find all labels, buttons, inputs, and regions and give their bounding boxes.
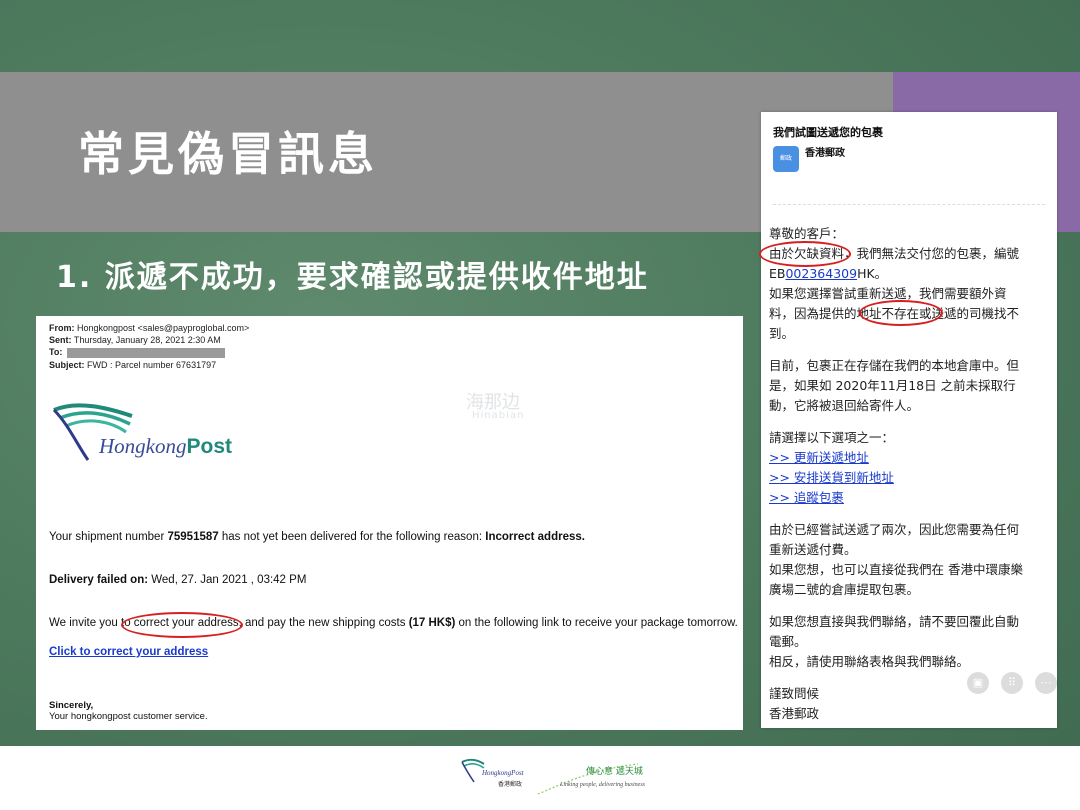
phishing-email-screenshot: From: Hongkongpost <sales@payproglobal.c…: [36, 316, 743, 730]
p4-line-d: 廣場二號的倉庫提取包裹。: [769, 580, 1051, 600]
email-to-row: To:: [49, 347, 225, 358]
correct-address-link[interactable]: Click to correct your address: [49, 646, 208, 658]
from-value: Hongkongpost <sales@payproglobal.com>: [77, 323, 249, 333]
shipping-cost: (17 HK$): [409, 617, 456, 629]
highlight-oval-missing-info: [759, 241, 851, 267]
footer-logo-text: HongkongPost: [482, 769, 524, 777]
subject-value: FWD : Parcel number 67631797: [87, 360, 216, 370]
highlight-oval-address: [859, 300, 943, 326]
slide-title: 常見偽冒訊息: [78, 118, 378, 184]
footer-logo-cn: 香港郵政: [498, 779, 522, 788]
divider: [773, 204, 1045, 205]
highlight-oval: [121, 612, 243, 638]
p2-line-a: 目前，包裹正在存儲在我們的本地倉庫中。但: [769, 356, 1051, 376]
line1-text-a: Your shipment number: [49, 531, 167, 543]
p2-line-b: 是，如果如 2020年11月18日 之前未採取行: [769, 376, 1051, 396]
option-track-parcel-link[interactable]: >> 追蹤包裹: [769, 488, 1051, 508]
message-title: 我們試圖送遞您的包裹: [773, 124, 883, 140]
shipment-number: 75951587: [167, 531, 218, 543]
sent-label: Sent:: [49, 335, 72, 345]
email-signature: Your hongkongpost customer service.: [49, 711, 208, 722]
p5-line-c: 相反，請使用聯絡表格與我們聯絡。: [769, 652, 1051, 672]
p1-line-e: 到。: [769, 324, 1051, 344]
logo-wordmark: HongkongPost: [99, 434, 232, 459]
phishing-sms-screenshot: 我們試圖送遞您的包裹 郵政 香港郵政 尊敬的客戶： 由於欠缺資料，我們無法交付您…: [761, 112, 1057, 728]
email-subject-row: Subject: FWD : Parcel number 67631797: [49, 360, 216, 370]
ref-number-link[interactable]: 002364309: [785, 266, 857, 281]
option-new-address-link[interactable]: >> 安排送貨到新地址: [769, 468, 1051, 488]
p4-line-a: 由於已經嘗試送遞了兩次，因此您需要為任何: [769, 520, 1051, 540]
p4-line-b: 重新送遞付費。: [769, 540, 1051, 560]
footer-logo-icon: [458, 756, 658, 800]
p4-line-c: 如果您想，也可以直接從我們在 香港中環康樂: [769, 560, 1051, 580]
ref-prefix: EB: [769, 266, 785, 281]
subject-label: Subject:: [49, 360, 85, 370]
p1-line-b: EB002364309HK。: [769, 264, 1051, 284]
sender-avatar: 郵政: [773, 146, 799, 172]
p5-line-a: 如果您想直接與我們聯絡，請不要回覆此自動: [769, 612, 1051, 632]
from-label: From:: [49, 323, 75, 333]
footer-slogan-en: Linking people, delivering business: [560, 782, 645, 788]
options-prompt: 請選擇以下選項之一：: [769, 428, 1051, 448]
failure-reason: Incorrect address.: [485, 531, 585, 543]
ref-suffix: HK。: [857, 266, 887, 281]
sender-name: 香港郵政: [805, 144, 845, 159]
camera-icon[interactable]: ▣: [967, 672, 989, 694]
p5-line-b: 電郵。: [769, 632, 1051, 652]
footer-slogan-cn: 傳心意 遞天城: [586, 764, 643, 777]
logo-text-post: Post: [187, 435, 233, 458]
email-sent-row: Sent: Thursday, January 28, 2021 2:30 AM: [49, 335, 221, 345]
line3-text-b: on the following link to receive your pa…: [455, 617, 738, 629]
logo-text-hongkong: Hongkong: [99, 434, 187, 458]
more-icon[interactable]: ⋯: [1035, 672, 1057, 694]
email-delivery-failed-line: Delivery failed on: Wed, 27. Jan 2021 , …: [49, 574, 306, 586]
email-shipment-line: Your shipment number 75951587 has not ye…: [49, 531, 585, 543]
phone-signature: 香港郵政: [769, 704, 1051, 724]
delivery-failed-label: Delivery failed on:: [49, 574, 148, 586]
option-update-address-link[interactable]: >> 更新送遞地址: [769, 448, 1051, 468]
line1-text-b: has not yet been delivered for the follo…: [219, 531, 486, 543]
p2-line-c: 動，它將被退回給寄件人。: [769, 396, 1051, 416]
email-from-row: From: Hongkongpost <sales@payproglobal.c…: [49, 323, 249, 333]
watermark-en: Hinabian: [472, 410, 524, 421]
slide-subtitle: 1. 派遞不成功，要求確認或提供收件地址: [56, 252, 649, 296]
to-label: To:: [49, 347, 62, 357]
redacted-recipient: [67, 348, 225, 358]
apps-icon[interactable]: ⠿: [1001, 672, 1023, 694]
sent-value: Thursday, January 28, 2021 2:30 AM: [74, 335, 221, 345]
delivery-failed-date: Wed, 27. Jan 2021 , 03:42 PM: [148, 574, 306, 586]
message-body: 尊敬的客戶： 由於欠缺資料，我們無法交付您的包裹，編號 EB002364309H…: [769, 224, 1051, 724]
email-closing: Sincerely,: [49, 700, 93, 711]
